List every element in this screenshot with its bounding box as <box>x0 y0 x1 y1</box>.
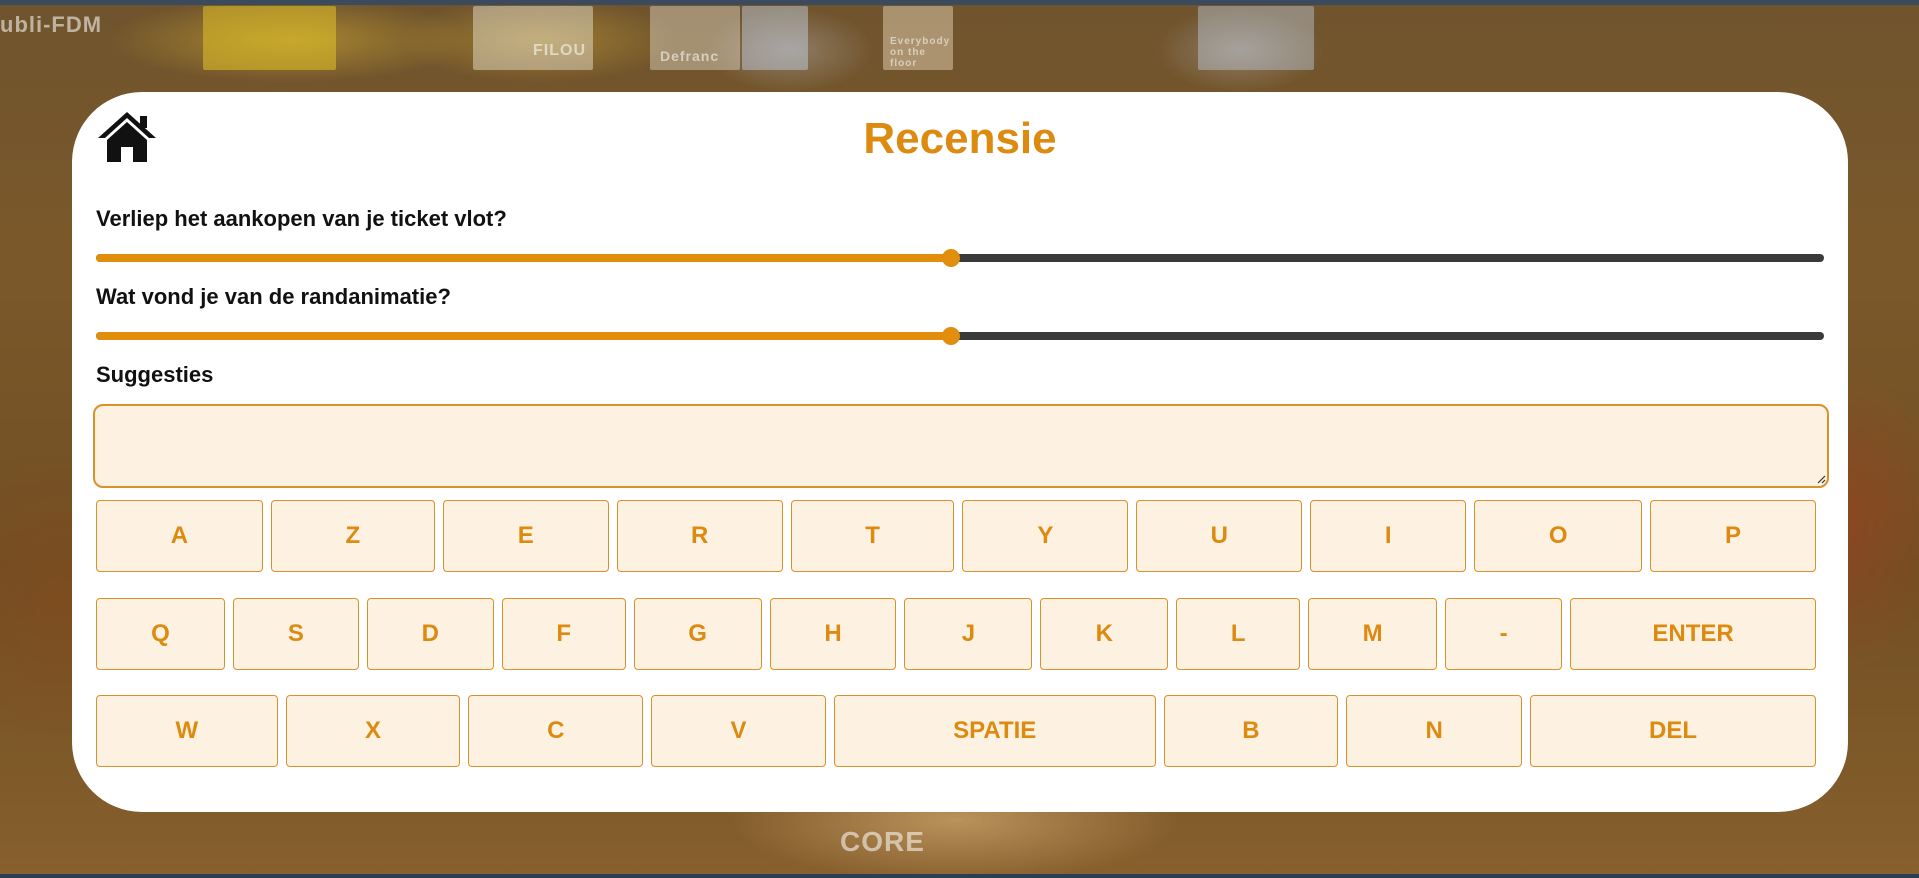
key-l[interactable]: L <box>1176 598 1301 670</box>
key-del[interactable]: DEL <box>1530 695 1816 767</box>
slider-fill <box>96 254 952 262</box>
animation-rating-slider[interactable] <box>96 327 1824 345</box>
key-b[interactable]: B <box>1163 695 1339 767</box>
key-n[interactable]: N <box>1346 695 1523 767</box>
background-sign-text: FILOU <box>533 42 586 59</box>
background-sign-text: CORE <box>840 826 925 857</box>
key-m[interactable]: M <box>1308 598 1438 670</box>
background-sign-text: ubli-FDM <box>0 12 103 37</box>
key-p[interactable]: P <box>1650 500 1816 572</box>
key-f[interactable]: F <box>501 598 626 670</box>
key-j[interactable]: J <box>904 598 1033 670</box>
key-enter[interactable]: ENTER <box>1570 598 1817 670</box>
question-label-ticket: Verliep het aankopen van je ticket vlot? <box>96 206 507 231</box>
background-banner <box>1198 6 1314 70</box>
keyboard-row-2: Q S D F G H J K L M - ENTER <box>96 598 1817 670</box>
key-v[interactable]: V <box>651 695 826 767</box>
key-spatie[interactable]: SPATIE <box>833 695 1156 767</box>
key-d[interactable]: D <box>366 598 494 670</box>
bottom-edge-bar <box>0 874 1919 878</box>
slider-fill <box>96 332 952 340</box>
key-u[interactable]: U <box>1136 500 1303 572</box>
key-c[interactable]: C <box>468 695 644 767</box>
question-label-animation: Wat vond je van de randanimatie? <box>96 284 451 309</box>
keyboard-row-3: W X C V SPATIE B N DEL <box>96 695 1816 767</box>
key-r[interactable]: R <box>616 500 783 572</box>
key-w[interactable]: W <box>96 695 278 767</box>
page-title: Recensie <box>863 114 1057 163</box>
keyboard-row-1: AZERTYUIOP <box>96 500 1816 572</box>
key-o[interactable]: O <box>1474 500 1643 572</box>
background-sign-text: Defranc <box>660 48 720 64</box>
background-sign-text: Everybody on the floor <box>890 36 951 69</box>
suggestions-textarea[interactable] <box>93 404 1829 488</box>
key-a[interactable]: A <box>96 500 263 572</box>
key-e[interactable]: E <box>442 500 609 572</box>
slider-thumb[interactable] <box>942 249 961 267</box>
key-y[interactable]: Y <box>962 500 1129 572</box>
top-edge-bar <box>0 0 1919 5</box>
key-k[interactable]: K <box>1040 598 1169 670</box>
resize-grip-icon[interactable] <box>1816 474 1826 484</box>
key-h[interactable]: H <box>769 598 897 670</box>
review-card: Recensie Verliep het aankopen van je tic… <box>72 92 1848 812</box>
key-i[interactable]: I <box>1310 500 1467 572</box>
key-s[interactable]: S <box>232 598 359 670</box>
key-dash[interactable]: - <box>1445 598 1563 670</box>
key-x[interactable]: X <box>285 695 461 767</box>
slider-thumb[interactable] <box>942 327 961 345</box>
key-z[interactable]: Z <box>270 500 435 572</box>
key-g[interactable]: G <box>633 598 762 670</box>
key-q[interactable]: Q <box>96 598 225 670</box>
ticket-rating-slider[interactable] <box>96 249 1824 267</box>
background-banner <box>203 6 336 70</box>
background-banner <box>742 6 808 70</box>
key-t[interactable]: T <box>790 500 955 572</box>
background-banner <box>473 6 593 70</box>
suggestions-label: Suggesties <box>96 362 214 387</box>
